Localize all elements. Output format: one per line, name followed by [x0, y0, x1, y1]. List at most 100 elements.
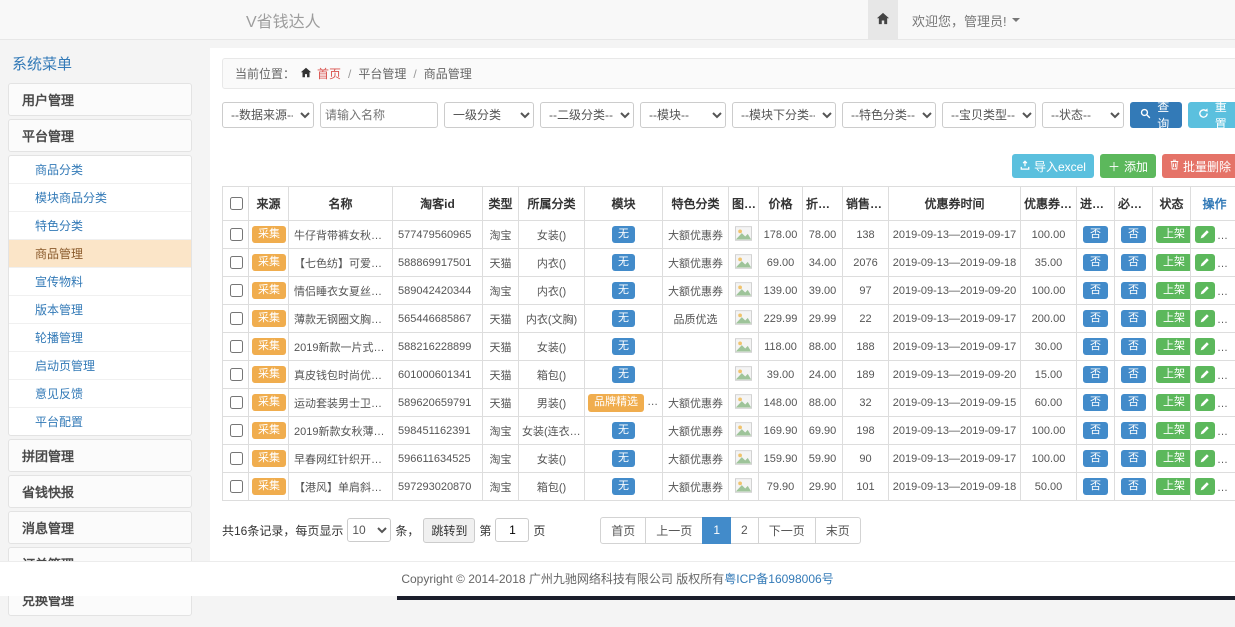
import-select-toggle[interactable]: 否	[1083, 450, 1108, 467]
must-buy-toggle[interactable]: 否	[1121, 254, 1146, 271]
module-badge[interactable]: 无	[612, 310, 635, 327]
select-all-checkbox[interactable]	[230, 197, 243, 210]
status-toggle[interactable]: 上架	[1156, 366, 1191, 383]
feature-category-select[interactable]: --特色分类--	[842, 102, 936, 128]
status-toggle[interactable]: 上架	[1156, 254, 1191, 271]
data-source-select[interactable]: --数据来源--	[222, 102, 314, 128]
must-buy-toggle[interactable]: 否	[1121, 450, 1146, 467]
row-checkbox[interactable]	[230, 368, 243, 381]
sidebar-item[interactable]: 省钱快报	[8, 475, 192, 508]
search-button[interactable]: 查询	[1130, 102, 1182, 128]
import-select-toggle[interactable]: 否	[1083, 422, 1108, 439]
breadcrumb-home-link[interactable]: 首页	[317, 65, 341, 82]
page-button[interactable]: 2	[730, 517, 759, 544]
import-select-toggle[interactable]: 否	[1083, 478, 1108, 495]
product-thumbnail[interactable]	[729, 277, 759, 305]
import-select-toggle[interactable]: 否	[1083, 310, 1108, 327]
page-button[interactable]: 下一页	[758, 517, 816, 544]
sidebar-subitem[interactable]: 启动页管理	[9, 352, 191, 380]
edit-button[interactable]	[1195, 394, 1215, 411]
status-toggle[interactable]: 上架	[1156, 478, 1191, 495]
edit-button[interactable]	[1195, 478, 1215, 495]
sidebar-subitem[interactable]: 意见反馈	[9, 380, 191, 408]
page-button[interactable]: 上一页	[645, 517, 703, 544]
product-thumbnail[interactable]	[729, 305, 759, 333]
user-menu[interactable]: 欢迎您，管理员!	[898, 11, 1034, 30]
must-buy-toggle[interactable]: 否	[1121, 226, 1146, 243]
batch-delete-button[interactable]: 批量删除	[1162, 154, 1235, 178]
must-buy-toggle[interactable]: 否	[1121, 422, 1146, 439]
edit-button[interactable]	[1195, 282, 1215, 299]
name-search-input[interactable]	[320, 102, 438, 128]
row-checkbox[interactable]	[230, 424, 243, 437]
edit-button[interactable]	[1195, 226, 1215, 243]
product-thumbnail[interactable]	[729, 333, 759, 361]
must-buy-toggle[interactable]: 否	[1121, 478, 1146, 495]
item-type-select[interactable]: --宝贝类型--	[942, 102, 1036, 128]
level2-category-select[interactable]: --二级分类--	[540, 102, 634, 128]
import-select-toggle[interactable]: 否	[1083, 366, 1108, 383]
import-select-toggle[interactable]: 否	[1083, 254, 1108, 271]
import-select-toggle[interactable]: 否	[1083, 394, 1108, 411]
add-button[interactable]: ＋ 添加	[1100, 154, 1156, 178]
level1-category-select[interactable]: 一级分类	[444, 102, 534, 128]
module-badge[interactable]: 无	[612, 366, 635, 383]
sidebar-subitem[interactable]: 商品分类	[9, 156, 191, 184]
edit-button[interactable]	[1195, 450, 1215, 467]
product-thumbnail[interactable]	[729, 417, 759, 445]
module-badge[interactable]: 无	[612, 478, 635, 495]
must-buy-toggle[interactable]: 否	[1121, 310, 1146, 327]
page-button[interactable]: 首页	[600, 517, 646, 544]
sidebar-item[interactable]: 拼团管理	[8, 439, 192, 472]
must-buy-toggle[interactable]: 否	[1121, 338, 1146, 355]
module-badge[interactable]: 无	[612, 450, 635, 467]
product-thumbnail[interactable]	[729, 445, 759, 473]
row-checkbox[interactable]	[230, 452, 243, 465]
must-buy-toggle[interactable]: 否	[1121, 394, 1146, 411]
import-select-toggle[interactable]: 否	[1083, 226, 1108, 243]
sidebar-subitem[interactable]: 版本管理	[9, 296, 191, 324]
module-badge[interactable]: 无	[612, 254, 635, 271]
home-button[interactable]	[868, 0, 898, 40]
status-select[interactable]: --状态--	[1042, 102, 1124, 128]
import-select-toggle[interactable]: 否	[1083, 338, 1108, 355]
sidebar-subitem[interactable]: 宣传物料	[9, 268, 191, 296]
status-toggle[interactable]: 上架	[1156, 338, 1191, 355]
module-badge[interactable]: 无	[612, 422, 635, 439]
sidebar-item[interactable]: 用户管理	[8, 83, 192, 116]
edit-button[interactable]	[1195, 366, 1215, 383]
sidebar-subitem[interactable]: 模块商品分类	[9, 184, 191, 212]
edit-button[interactable]	[1195, 422, 1215, 439]
module-badge[interactable]: 无	[612, 226, 635, 243]
edit-button[interactable]	[1195, 338, 1215, 355]
status-toggle[interactable]: 上架	[1156, 450, 1191, 467]
sidebar-subitem[interactable]: 平台配置	[9, 408, 191, 435]
page-button-current[interactable]: 1	[702, 517, 731, 544]
row-checkbox[interactable]	[230, 284, 243, 297]
status-toggle[interactable]: 上架	[1156, 310, 1191, 327]
sidebar-item[interactable]: 消息管理	[8, 511, 192, 544]
icp-link[interactable]: 粤ICP备16098006号	[724, 572, 833, 586]
module-select[interactable]: --模块--	[640, 102, 726, 128]
page-button[interactable]: 末页	[815, 517, 861, 544]
module-badge[interactable]: 品牌精选	[588, 394, 644, 411]
product-thumbnail[interactable]	[729, 221, 759, 249]
status-toggle[interactable]: 上架	[1156, 394, 1191, 411]
row-checkbox[interactable]	[230, 256, 243, 269]
per-page-select[interactable]: 10	[347, 518, 391, 542]
product-thumbnail[interactable]	[729, 473, 759, 501]
product-thumbnail[interactable]	[729, 249, 759, 277]
sidebar-item[interactable]: 平台管理	[8, 119, 192, 152]
edit-button[interactable]	[1195, 310, 1215, 327]
horizontal-scrollbar-thumb[interactable]	[397, 596, 1235, 600]
module-badge[interactable]: 无	[612, 338, 635, 355]
import-select-toggle[interactable]: 否	[1083, 282, 1108, 299]
product-thumbnail[interactable]	[729, 389, 759, 417]
import-excel-button[interactable]: 导入excel	[1012, 154, 1094, 178]
row-checkbox[interactable]	[230, 340, 243, 353]
reset-button[interactable]: 重置	[1188, 102, 1235, 128]
status-toggle[interactable]: 上架	[1156, 422, 1191, 439]
module-badge[interactable]: 无	[612, 282, 635, 299]
module-subcategory-select[interactable]: --模块下分类--	[732, 102, 836, 128]
must-buy-toggle[interactable]: 否	[1121, 282, 1146, 299]
